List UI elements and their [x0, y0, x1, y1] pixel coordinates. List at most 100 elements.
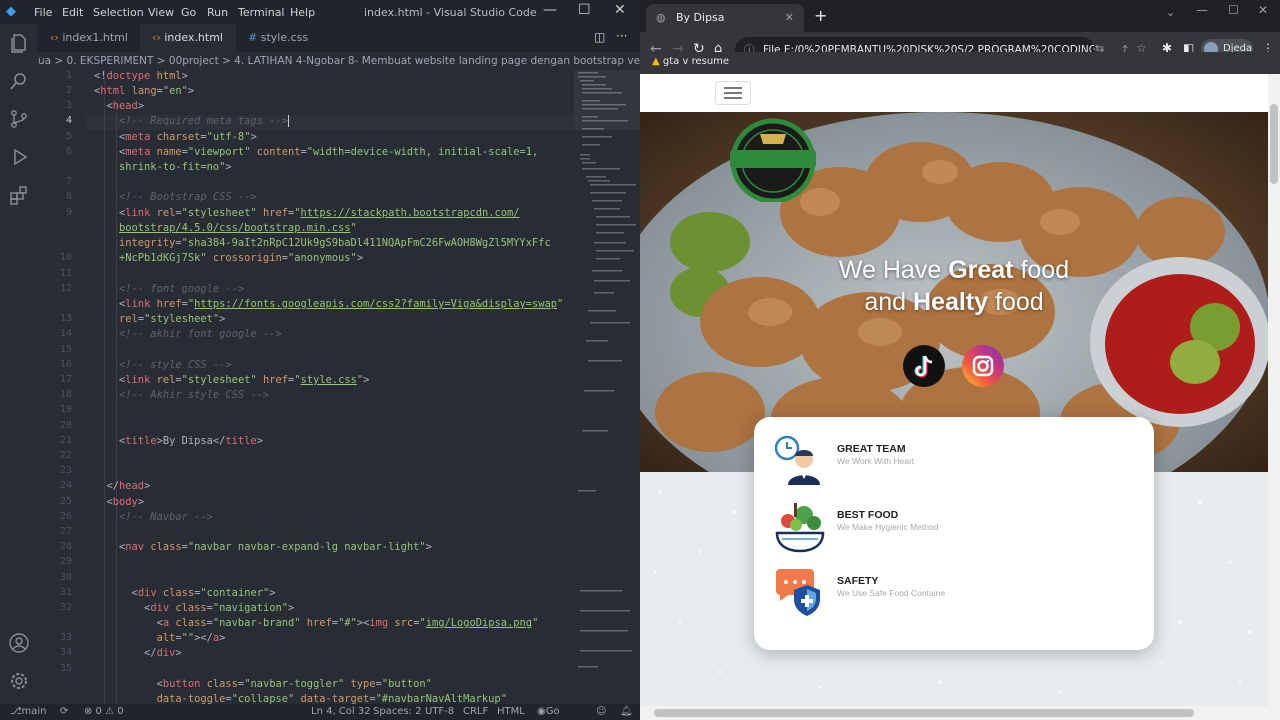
vscode-logo-icon: ◆: [6, 4, 16, 19]
bookmark-gta-v-resume[interactable]: ▲ gta v resume: [652, 56, 729, 67]
maximize-icon[interactable]: ☐: [1228, 3, 1239, 17]
cursor-position[interactable]: Ln 4, Col 32: [311, 704, 371, 720]
line-number: 8: [65, 191, 72, 202]
explorer-icon[interactable]: [8, 32, 30, 54]
hero-text: We Have: [838, 256, 949, 284]
minimize-icon[interactable]: —: [1196, 3, 1208, 17]
line-number: 9: [65, 207, 72, 218]
close-icon[interactable]: ✕: [614, 2, 626, 18]
branch-indicator[interactable]: ⎇ main: [10, 704, 47, 720]
menu-run[interactable]: Run: [207, 6, 228, 19]
hero-text: food: [988, 288, 1044, 316]
feature-best-food: BEST FOOD We Make Hygienic Method: [774, 501, 1154, 561]
line-number-gutter: 1 2 3 4 5 6 7 8 9 10 11 12 13 14 15 16 17 18 19 20 21 22 23 24 2…: [38, 70, 86, 704]
problems-indicator[interactable]: ⊗ 0 ⚠ 0: [84, 704, 124, 720]
new-tab-icon[interactable]: +: [814, 6, 827, 25]
line-number: 27: [59, 526, 72, 537]
extensions-icon[interactable]: [8, 184, 30, 206]
feature-subtitle: We Use Safe Food Containe: [837, 588, 946, 598]
globe-icon: ◍: [656, 11, 666, 24]
brand-logo[interactable]: [720, 116, 826, 204]
sync-icon[interactable]: ⟳: [60, 704, 68, 720]
go-live-label: Go Live: [545, 706, 560, 717]
horizontal-scrollbar[interactable]: [640, 706, 1280, 720]
menu-edit[interactable]: Edit: [62, 6, 83, 19]
line-number: 15: [59, 344, 72, 355]
shield-chat-icon: [776, 569, 820, 616]
feature-title: BEST FOOD: [837, 509, 899, 521]
maximize-icon[interactable]: ☐: [578, 2, 591, 18]
line-number: 11: [59, 268, 72, 279]
feedback-icon[interactable]: ☺: [596, 704, 606, 720]
minimize-icon[interactable]: —: [543, 2, 557, 18]
instagram-icon[interactable]: [962, 345, 1004, 387]
line-number: 14: [59, 328, 72, 339]
css-file-icon: #: [248, 31, 258, 44]
split-editor-icon[interactable]: ◫: [594, 30, 605, 44]
vscode-window: ◆ File Edit Selection View Go Run Termin…: [0, 0, 640, 720]
html-file-icon: ‹›: [50, 31, 59, 44]
line-number: 5: [65, 131, 72, 142]
tab-index1-html[interactable]: ‹› index1.html: [38, 24, 140, 52]
salad-bowl-icon: [775, 503, 825, 553]
line-number: 12: [59, 283, 72, 294]
code-editor[interactable]: <!doctype html> <html lang="en"> <head> …: [86, 70, 574, 704]
scroll-thumb[interactable]: [1270, 104, 1278, 184]
line-number: 28: [59, 541, 72, 552]
dipsa-logo-emblem: [730, 118, 816, 204]
more-actions-icon[interactable]: ···: [616, 29, 627, 43]
line-number: 20: [59, 420, 72, 431]
menu-go[interactable]: Go: [181, 6, 196, 19]
tab-label: index.html: [164, 31, 223, 44]
tab-search-icon[interactable]: ⌄: [1166, 6, 1175, 19]
indentation[interactable]: Spaces: 2: [373, 704, 422, 720]
line-number: 18: [59, 389, 72, 400]
menu-terminal[interactable]: Terminal: [238, 6, 285, 19]
scroll-thumb[interactable]: [654, 709, 1194, 717]
navbar-toggler[interactable]: [715, 81, 751, 105]
hero-emphasis: Healty: [913, 288, 989, 316]
encoding[interactable]: UTF-8: [425, 704, 454, 720]
menu-selection[interactable]: Selection: [93, 6, 144, 19]
menu-view[interactable]: View: [148, 6, 174, 19]
hero-emphasis: Great: [948, 256, 1014, 284]
source-control-icon[interactable]: [8, 108, 30, 130]
google-drive-icon: ▲: [652, 56, 660, 67]
bookmarks-bar: ▲ gta v resume: [640, 52, 1280, 74]
settings-gear-icon[interactable]: [8, 670, 30, 692]
tab-style-css[interactable]: # style.css: [236, 24, 326, 52]
account-icon[interactable]: [8, 632, 30, 654]
browser-tab[interactable]: ◍ By Dipsa ✕: [646, 4, 804, 32]
feature-title: SAFETY: [837, 575, 879, 587]
tab-index-html[interactable]: ‹› index.html ✕: [140, 24, 236, 72]
search-icon[interactable]: [8, 70, 30, 92]
line-ending[interactable]: CRLF: [463, 704, 488, 720]
status-bar: ⎇ main ⟳ ⊗ 0 ⚠ 0 Ln 4, Col 32 Spaces: 2 …: [0, 704, 640, 720]
close-tab-icon[interactable]: ✕: [785, 4, 794, 32]
hero-headline: We Have Great food and Healty food: [640, 254, 1268, 318]
close-window-icon[interactable]: ✕: [1258, 3, 1268, 17]
hero-line-2: and Healty food: [640, 286, 1268, 318]
feature-subtitle: We Work With Heart: [837, 456, 915, 466]
run-debug-icon[interactable]: [8, 146, 30, 168]
breadcrumb[interactable]: ua > 0. EKSPERIMENT > 00project > 4. LAT…: [38, 52, 640, 70]
hero-text: food: [1013, 256, 1070, 284]
menu-help[interactable]: Help: [290, 6, 315, 19]
menu-file[interactable]: File: [34, 6, 52, 19]
site-navbar: [640, 74, 1268, 112]
language-mode[interactable]: HTML: [497, 704, 525, 720]
browser-window: ◍ By Dipsa ✕ + ⌄ — ☐ ✕ ← → ↻ ⌂ ⓘ File E:…: [640, 0, 1280, 720]
vertical-scrollbar[interactable]: [1268, 74, 1280, 706]
line-number: 30: [59, 572, 72, 583]
tiktok-icon[interactable]: [903, 345, 945, 387]
minimap[interactable]: [574, 70, 640, 704]
tab-label: style.css: [260, 31, 309, 44]
line-number: 33: [59, 632, 72, 643]
line-number: 34: [59, 647, 72, 658]
notifications-icon[interactable]: 🔔︎: [620, 704, 633, 720]
bookmark-label: gta v resume: [662, 56, 730, 67]
page-viewport: We Have Great food and Healty food GREAT…: [640, 74, 1268, 706]
feature-subtitle: We Make Hygienic Method: [837, 522, 939, 532]
team-person-icon: [774, 435, 820, 485]
go-live-button[interactable]: ◉ Go Live: [537, 704, 560, 720]
